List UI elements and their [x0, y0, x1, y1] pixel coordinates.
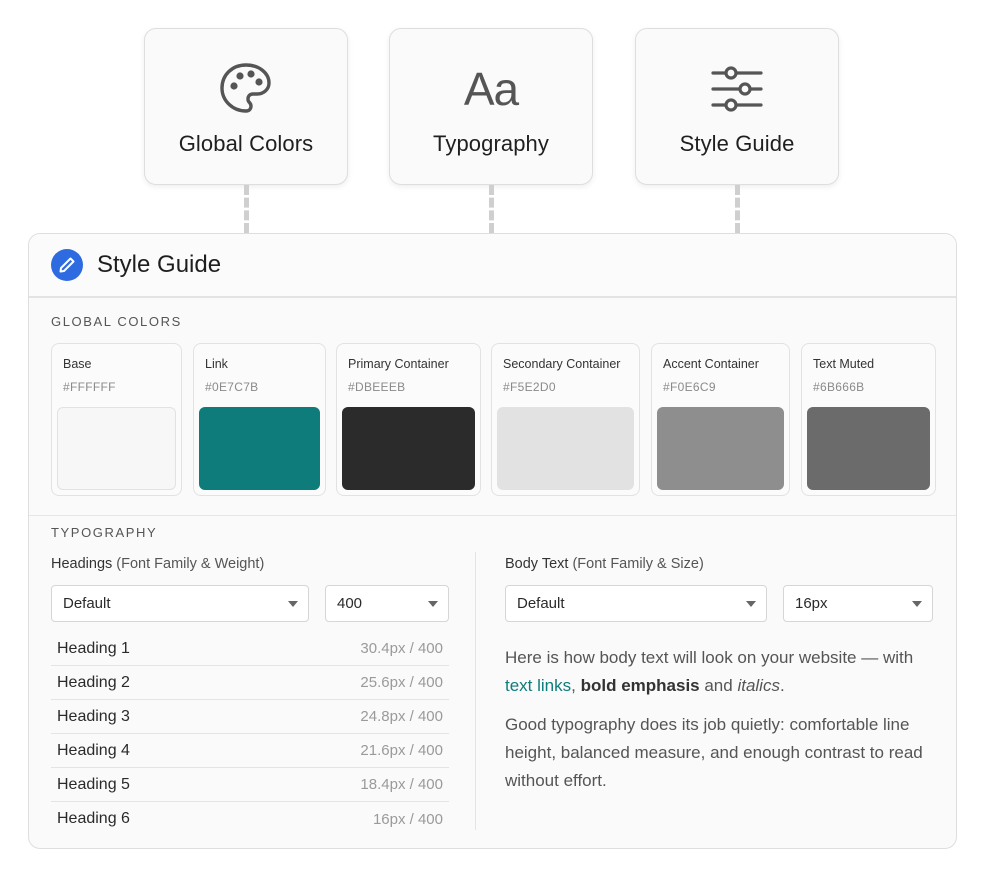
select-value: Default [517, 595, 565, 612]
headings-font-weight-select[interactable]: 400 [325, 585, 449, 622]
connector-line [244, 185, 249, 233]
color-swatch-text-muted[interactable]: Text Muted #6B666B [801, 343, 936, 496]
swatch-name: Base [63, 357, 92, 371]
headings-font-family-select[interactable]: Default [51, 585, 309, 622]
swatch-hex: #F0E6C9 [663, 380, 716, 394]
typography-card[interactable]: Aa Typography [389, 28, 593, 185]
swatch-chip [807, 407, 930, 490]
swatch-chip [497, 407, 634, 490]
global-colors-heading: GLOBAL COLORS [51, 314, 182, 329]
select-value: 16px [795, 595, 828, 612]
color-swatch-base[interactable]: Base #FFFFFF [51, 343, 182, 496]
font-aa-glyph: Aa [463, 63, 519, 115]
preview-text: , [571, 676, 581, 695]
heading-row-6[interactable]: Heading 6 16px / 400 [51, 802, 449, 836]
pencil-icon[interactable] [51, 249, 83, 281]
heading-row-2[interactable]: Heading 2 25.6px / 400 [51, 666, 449, 700]
heading-meta: 24.8px / 400 [360, 708, 443, 725]
swatch-chip [199, 407, 320, 490]
style-guide-screen: Global Colors Aa Typography Style Guide [0, 0, 985, 876]
connector-line [489, 185, 494, 233]
swatch-chip [342, 407, 475, 490]
body-text-label: Body Text (Font Family & Size) [505, 556, 704, 572]
heading-name: Heading 3 [57, 707, 130, 725]
color-swatch-accent-container[interactable]: Accent Container #F0E6C9 [651, 343, 790, 496]
select-value: 400 [337, 595, 363, 612]
heading-name: Heading 6 [57, 810, 130, 827]
preview-text: . [779, 676, 785, 695]
heading-row-4[interactable]: Heading 4 21.6px / 400 [51, 734, 449, 768]
body-label-main: Body Text [505, 556, 569, 572]
chevron-down-icon [288, 601, 298, 607]
heading-row-5[interactable]: Heading 5 18.4px / 400 [51, 768, 449, 802]
style-guide-panel: Style Guide GLOBAL COLORS Base #FFFFFF L… [28, 233, 957, 849]
swatch-name: Text Muted [813, 357, 875, 371]
chevron-down-icon [912, 601, 922, 607]
column-divider [475, 552, 476, 830]
heading-list: Heading 1 30.4px / 400 Heading 2 25.6px … [51, 632, 449, 836]
preview-text: Here is how body text will look on your … [505, 648, 914, 667]
color-swatch-secondary-container[interactable]: Secondary Container #F5E2D0 [491, 343, 640, 496]
font-aa-icon: Aa [463, 59, 519, 119]
chevron-down-icon [428, 601, 438, 607]
section-divider [29, 515, 956, 516]
preview-link[interactable]: text links [505, 676, 571, 695]
select-value: Default [63, 595, 111, 612]
panel-header: Style Guide [29, 234, 956, 298]
chevron-down-icon [746, 601, 756, 607]
color-swatch-link[interactable]: Link #0E7C7B [193, 343, 326, 496]
body-font-family-select[interactable]: Default [505, 585, 767, 622]
preview-paragraph-1: Here is how body text will look on your … [505, 644, 925, 700]
body-font-size-select[interactable]: 16px [783, 585, 933, 622]
swatch-name: Secondary Container [503, 357, 621, 371]
body-text-preview: Here is how body text will look on your … [505, 644, 925, 795]
style-guide-card[interactable]: Style Guide [635, 28, 839, 185]
color-swatches: Base #FFFFFF Link #0E7C7B Primary Contai… [51, 343, 941, 496]
heading-name: Heading 4 [57, 741, 130, 759]
typography-heading: TYPOGRAPHY [51, 525, 158, 540]
headings-label: Headings (Font Family & Weight) [51, 556, 264, 572]
swatch-name: Link [205, 357, 228, 371]
preview-bold: bold emphasis [580, 676, 700, 695]
global-colors-card[interactable]: Global Colors [144, 28, 348, 185]
heading-name: Heading 5 [57, 775, 130, 793]
panel-title: Style Guide [97, 251, 222, 278]
swatch-chip [657, 407, 784, 490]
card-title: Style Guide [679, 131, 795, 156]
preview-italic: italics [737, 676, 780, 695]
color-swatch-primary-container[interactable]: Primary Container #DBEEEB [336, 343, 481, 496]
connector-line [735, 185, 740, 233]
swatch-hex: #F5E2D0 [503, 380, 556, 394]
heading-row-1[interactable]: Heading 1 30.4px / 400 [51, 632, 449, 666]
swatch-hex: #DBEEEB [348, 380, 406, 394]
swatch-chip [57, 407, 176, 490]
swatch-hex: #FFFFFF [63, 380, 116, 394]
palette-icon [218, 59, 274, 119]
swatch-name: Primary Container [348, 357, 449, 371]
heading-meta: 25.6px / 400 [360, 674, 443, 691]
heading-meta: 30.4px / 400 [360, 640, 443, 657]
headings-label-main: Headings [51, 556, 113, 572]
card-title: Global Colors [178, 131, 314, 156]
body-label-sub: (Font Family & Size) [572, 556, 704, 572]
heading-meta: 18.4px / 400 [360, 776, 443, 793]
heading-row-3[interactable]: Heading 3 24.8px / 400 [51, 700, 449, 734]
swatch-hex: #0E7C7B [205, 380, 259, 394]
sliders-icon [710, 59, 764, 119]
heading-name: Heading 2 [57, 673, 130, 691]
preview-text: and [699, 676, 738, 695]
heading-name: Heading 1 [57, 639, 130, 657]
swatch-name: Accent Container [663, 357, 759, 371]
heading-meta: 16px / 400 [372, 810, 443, 828]
headings-label-sub: (Font Family & Weight) [116, 556, 265, 572]
preview-paragraph-2: Good typography does its job quietly: co… [505, 715, 923, 790]
swatch-hex: #6B666B [813, 380, 865, 394]
heading-meta: 21.6px / 400 [360, 742, 443, 759]
card-title: Typography [433, 131, 549, 156]
